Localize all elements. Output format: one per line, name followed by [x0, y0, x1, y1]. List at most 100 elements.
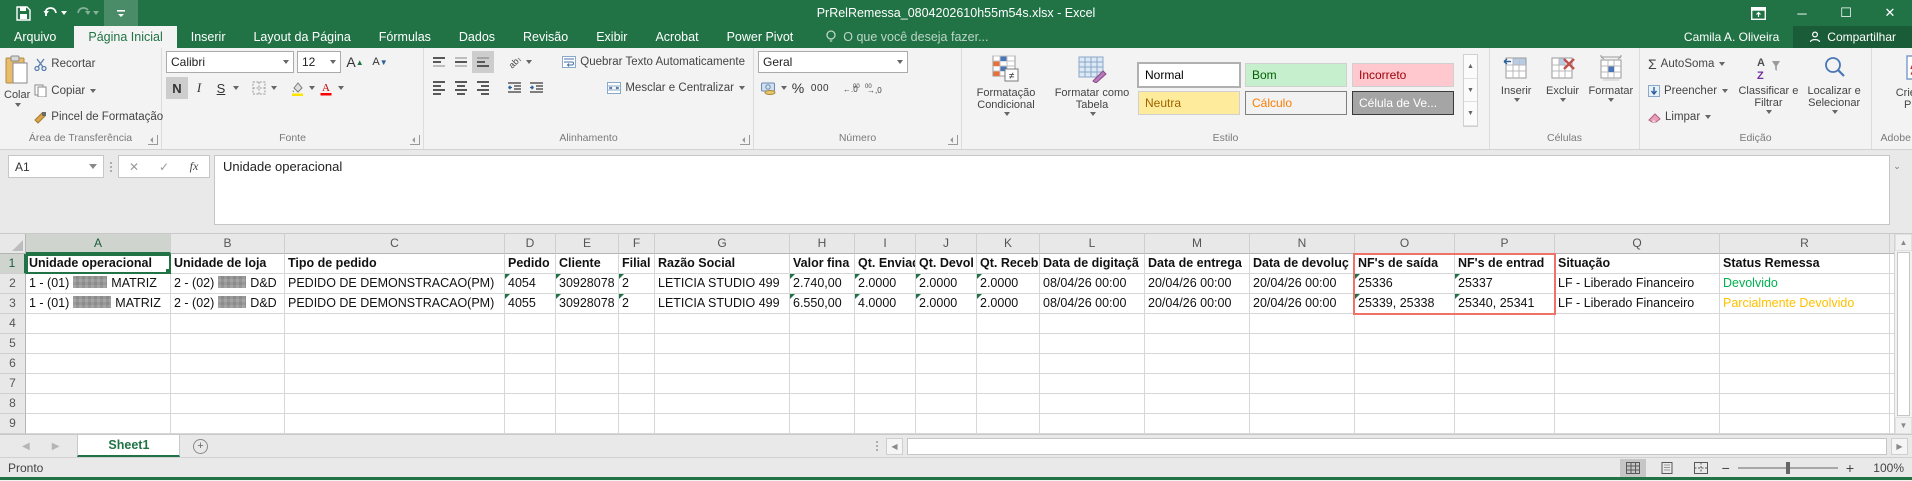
- column-header-J[interactable]: J: [916, 234, 977, 254]
- cell[interactable]: 30928078: [556, 294, 619, 314]
- hscroll-right-icon[interactable]: ▶: [1891, 438, 1908, 455]
- column-header-G[interactable]: G: [655, 234, 790, 254]
- cell[interactable]: 20/04/26 00:00: [1250, 274, 1355, 294]
- row-header-6[interactable]: 6: [0, 354, 26, 374]
- styles-gallery-scrollbar[interactable]: ▲▼▼: [1463, 54, 1478, 127]
- align-left-button[interactable]: [428, 77, 450, 99]
- cell[interactable]: [916, 394, 977, 414]
- italic-button[interactable]: I: [188, 77, 210, 99]
- page-layout-view-button[interactable]: [1654, 459, 1680, 477]
- cell[interactable]: 2.0000: [977, 294, 1040, 314]
- number-dialog-launcher[interactable]: [948, 135, 958, 145]
- cell[interactable]: [171, 394, 285, 414]
- cell[interactable]: [655, 414, 790, 434]
- cell[interactable]: [1040, 354, 1145, 374]
- cell[interactable]: Qt. Enviad: [855, 254, 916, 274]
- underline-button[interactable]: S: [210, 77, 232, 99]
- cell[interactable]: 2.0000: [916, 274, 977, 294]
- cell[interactable]: Parcialmente Devolvido: [1720, 294, 1890, 314]
- cell[interactable]: [505, 314, 556, 334]
- cell[interactable]: [26, 354, 171, 374]
- cell[interactable]: [1145, 334, 1250, 354]
- column-header-O[interactable]: O: [1355, 234, 1455, 254]
- borders-caret-icon[interactable]: [271, 86, 277, 90]
- cell[interactable]: 4.0000: [855, 294, 916, 314]
- row-header-7[interactable]: 7: [0, 374, 26, 394]
- cell[interactable]: 20/04/26 00:00: [1145, 294, 1250, 314]
- fill-color-button[interactable]: [286, 77, 308, 99]
- delete-cells-button[interactable]: Excluir: [1540, 51, 1584, 130]
- orientation-caret-icon[interactable]: [526, 60, 532, 64]
- hscroll-left-icon[interactable]: ◀: [886, 438, 903, 455]
- ribbon-tab-dados[interactable]: Dados: [445, 26, 509, 48]
- zoom-in-button[interactable]: +: [1846, 460, 1854, 476]
- font-size-select[interactable]: 12: [297, 51, 341, 73]
- cell[interactable]: [1040, 374, 1145, 394]
- cell[interactable]: [285, 314, 505, 334]
- row-header-9[interactable]: 9: [0, 414, 26, 434]
- cell[interactable]: 25336: [1355, 274, 1455, 294]
- cell[interactable]: [977, 334, 1040, 354]
- cell[interactable]: [1040, 334, 1145, 354]
- cell[interactable]: 2 - (02)D&D: [171, 274, 285, 294]
- cell[interactable]: [285, 374, 505, 394]
- redo-button[interactable]: [72, 0, 102, 26]
- cell[interactable]: [285, 334, 505, 354]
- clear-button[interactable]: Limpar: [1644, 106, 1736, 128]
- cell[interactable]: [1145, 394, 1250, 414]
- minimize-button[interactable]: ─: [1780, 0, 1824, 26]
- ribbon-tab-layout-da-página[interactable]: Layout da Página: [239, 26, 364, 48]
- format-cells-button[interactable]: Formatar: [1587, 51, 1635, 130]
- cell[interactable]: [26, 374, 171, 394]
- cell[interactable]: [1890, 334, 1894, 354]
- grid-area[interactable]: ABCDEFGHIJKLMNOPQRS1Unidade operacionalU…: [0, 234, 1894, 434]
- cell[interactable]: LETICIA STUDIO 499: [655, 274, 790, 294]
- cell[interactable]: [1455, 414, 1555, 434]
- cell[interactable]: [790, 334, 855, 354]
- zoom-slider[interactable]: [1738, 467, 1838, 469]
- cell[interactable]: [1555, 414, 1720, 434]
- cell[interactable]: [655, 394, 790, 414]
- cell[interactable]: [285, 354, 505, 374]
- cell[interactable]: 25340, 25341: [1455, 294, 1555, 314]
- next-sheet-icon[interactable]: ▶: [52, 441, 60, 452]
- cell[interactable]: [1890, 274, 1894, 294]
- cell[interactable]: [655, 374, 790, 394]
- vertical-scrollbar[interactable]: ▲ ▼: [1894, 234, 1912, 434]
- cell[interactable]: 30928078: [556, 274, 619, 294]
- name-box[interactable]: A1: [8, 155, 104, 178]
- ribbon-tab-página-inicial[interactable]: Página Inicial: [74, 26, 176, 48]
- cell[interactable]: [655, 354, 790, 374]
- cell[interactable]: [556, 314, 619, 334]
- insert-cells-button[interactable]: Inserir: [1494, 51, 1538, 130]
- clipboard-dialog-launcher[interactable]: [148, 135, 158, 145]
- cell[interactable]: [619, 394, 655, 414]
- font-dialog-launcher[interactable]: [410, 135, 420, 145]
- maximize-button[interactable]: ☐: [1824, 0, 1868, 26]
- cell[interactable]: 25339, 25338: [1355, 294, 1455, 314]
- cell[interactable]: [1890, 394, 1894, 414]
- cell[interactable]: 2: [619, 294, 655, 314]
- prev-sheet-icon[interactable]: ◀: [22, 441, 30, 452]
- bold-button[interactable]: N: [166, 77, 188, 99]
- cell[interactable]: 6.550,00: [790, 294, 855, 314]
- ribbon-tab-inserir[interactable]: Inserir: [177, 26, 240, 48]
- cell[interactable]: Tipo de pedido: [285, 254, 505, 274]
- align-bottom-button[interactable]: [472, 51, 494, 73]
- cell[interactable]: [505, 394, 556, 414]
- cell[interactable]: [977, 374, 1040, 394]
- cell[interactable]: [790, 314, 855, 334]
- tell-me-box[interactable]: O que você deseja fazer...: [825, 26, 988, 48]
- cell[interactable]: 25337: [1455, 274, 1555, 294]
- cell[interactable]: [1720, 414, 1890, 434]
- insert-function-button[interactable]: fx: [179, 159, 209, 174]
- cell[interactable]: [1455, 334, 1555, 354]
- cancel-entry-icon[interactable]: ✕: [119, 160, 149, 174]
- cell[interactable]: PEDIDO DE DEMONSTRACAO(PM): [285, 294, 505, 314]
- align-middle-button[interactable]: [450, 51, 472, 73]
- format-as-table-button[interactable]: Formatar como Tabela: [1050, 51, 1134, 130]
- cell[interactable]: LF - Liberado Financeiro: [1555, 294, 1720, 314]
- cell[interactable]: [505, 354, 556, 374]
- column-header-C[interactable]: C: [285, 234, 505, 254]
- row-header-8[interactable]: 8: [0, 394, 26, 414]
